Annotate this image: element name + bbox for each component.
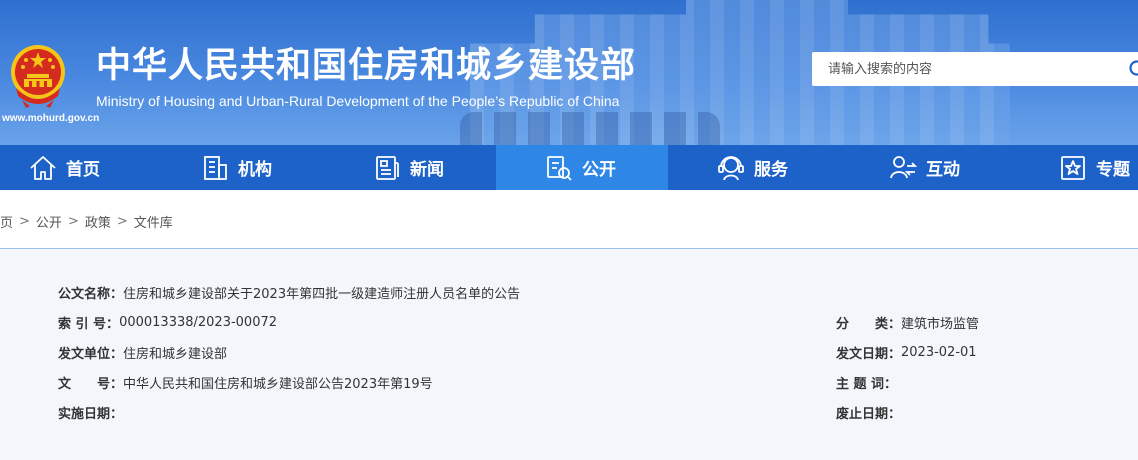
site-title[interactable]: 中华人民共和国住房和城乡建设部 bbox=[96, 44, 636, 88]
doc-keywords-label: 主 题 词： bbox=[836, 376, 898, 392]
site-header: 中华人民共和国住房和城乡建设部 Ministry of Housing and … bbox=[0, 0, 1138, 145]
nav-item-topic[interactable]: 专题 bbox=[1058, 145, 1138, 190]
doc-index-value: 000013338/2023-00072 bbox=[119, 314, 278, 330]
doc-number-label: 文 号： bbox=[58, 376, 124, 392]
search-input[interactable] bbox=[812, 52, 1112, 86]
doc-number-value: 中华人民共和国住房和城乡建设部公告2023年第19号 bbox=[123, 376, 433, 392]
main-nav: 首页 机构 新闻 公开 服务 互动 专题 bbox=[0, 145, 1138, 190]
doc-expiry-date-label: 废止日期： bbox=[836, 406, 902, 422]
doc-category-row: 分 类： 建筑市场监管 bbox=[836, 312, 979, 332]
nav-item-home[interactable]: 首页 bbox=[28, 145, 200, 190]
breadcrumb-separator: > bbox=[116, 213, 128, 229]
search-box bbox=[812, 52, 1138, 86]
search-icon[interactable] bbox=[1128, 59, 1138, 79]
breadcrumb-separator: > bbox=[67, 213, 79, 229]
doc-issue-date-value: 2023-02-01 bbox=[901, 344, 977, 360]
doc-index-row: 索 引 号： 000013338/2023-00072 bbox=[58, 312, 277, 332]
doc-name-label: 公文名称： bbox=[58, 286, 124, 302]
breadcrumb-disclosure[interactable]: 公开 bbox=[36, 212, 62, 231]
nav-item-organization[interactable]: 机构 bbox=[200, 145, 372, 190]
site-domain: www.mohurd.gov.cn bbox=[2, 113, 100, 124]
doc-expiry-date-row: 废止日期： bbox=[836, 402, 901, 422]
nav-label: 专题 bbox=[1096, 160, 1130, 180]
doc-keywords-row: 主 题 词： bbox=[836, 372, 897, 392]
national-emblem-icon[interactable] bbox=[8, 38, 68, 110]
breadcrumb-home[interactable]: 页 bbox=[0, 212, 13, 231]
breadcrumb-policy[interactable]: 政策 bbox=[85, 212, 111, 231]
doc-issuer-row: 发文单位： 住房和城乡建设部 bbox=[58, 342, 227, 362]
nav-label: 互动 bbox=[926, 160, 960, 180]
nav-item-service[interactable]: 服务 bbox=[716, 145, 888, 190]
home-icon bbox=[30, 155, 56, 180]
nav-label: 服务 bbox=[754, 160, 788, 180]
doc-name-value: 住房和城乡建设部关于2023年第四批一级建造师注册人员名单的公告 bbox=[123, 286, 521, 302]
service-icon bbox=[718, 155, 744, 180]
nav-item-disclosure[interactable]: 公开 bbox=[496, 145, 668, 190]
interaction-icon bbox=[890, 155, 918, 178]
disclosure-icon bbox=[547, 155, 572, 181]
nav-label: 新闻 bbox=[410, 160, 444, 180]
header-building-arches bbox=[460, 112, 720, 145]
nav-label: 机构 bbox=[238, 160, 272, 180]
topic-icon bbox=[1061, 155, 1085, 180]
doc-category-value: 建筑市场监管 bbox=[901, 316, 980, 332]
breadcrumb-separator: > bbox=[19, 213, 30, 229]
doc-effective-date-row: 实施日期： bbox=[58, 402, 123, 422]
nav-label: 公开 bbox=[582, 160, 616, 180]
doc-name-row: 公文名称： 住房和城乡建设部关于2023年第四批一级建造师注册人员名单的公告 bbox=[58, 282, 520, 302]
document-metadata-panel: 公文名称： 住房和城乡建设部关于2023年第四批一级建造师注册人员名单的公告 索… bbox=[0, 249, 1138, 460]
building-icon bbox=[204, 155, 227, 180]
breadcrumb-file-library[interactable]: 文件库 bbox=[134, 212, 173, 231]
nav-item-interaction[interactable]: 互动 bbox=[888, 145, 1060, 190]
doc-number-row: 文 号： 中华人民共和国住房和城乡建设部公告2023年第19号 bbox=[58, 372, 433, 392]
doc-issue-date-row: 发文日期： 2023-02-01 bbox=[836, 342, 977, 362]
doc-issuer-value: 住房和城乡建设部 bbox=[123, 346, 228, 362]
news-icon bbox=[376, 155, 399, 180]
site-subtitle: Ministry of Housing and Urban-Rural Deve… bbox=[96, 93, 620, 109]
doc-effective-date-label: 实施日期： bbox=[58, 406, 124, 422]
doc-issuer-label: 发文单位： bbox=[58, 346, 124, 362]
breadcrumb: 页 > 公开 > 政策 > 文件库 bbox=[0, 211, 173, 231]
doc-index-label: 索 引 号： bbox=[58, 316, 120, 332]
doc-issue-date-label: 发文日期： bbox=[836, 346, 902, 362]
doc-category-label: 分 类： bbox=[836, 316, 902, 332]
nav-label: 首页 bbox=[66, 160, 100, 180]
